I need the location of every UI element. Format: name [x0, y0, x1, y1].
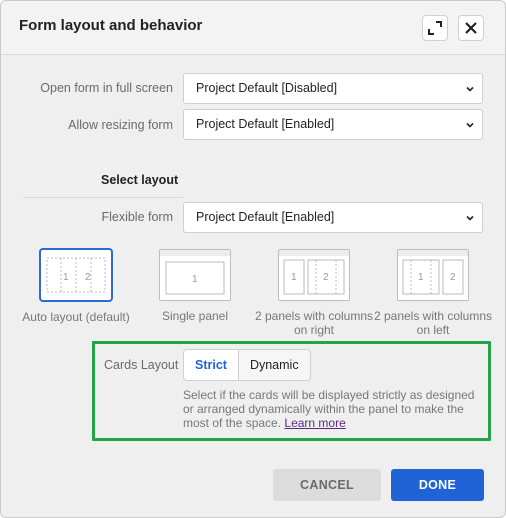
learn-more-link[interactable]: Learn more — [284, 416, 345, 430]
resizing-select[interactable]: Project Default [Enabled] — [183, 109, 483, 140]
flexible-form-label: Flexible form — [101, 210, 173, 224]
dialog-header: Form layout and behavior — [1, 1, 505, 55]
dialog-title: Form layout and behavior — [19, 17, 203, 34]
resizing-value: Project Default [Enabled] — [196, 117, 335, 131]
columns-left-icon: 1 2 — [398, 250, 468, 295]
cancel-button[interactable]: CANCEL — [273, 469, 381, 501]
layout-label-auto: Auto layout (default) — [22, 310, 130, 324]
chevron-down-icon — [466, 215, 474, 221]
resizing-label: Allow resizing form — [68, 118, 173, 132]
cards-layout-label: Cards Layout — [104, 358, 179, 372]
layout-option-auto[interactable]: 1 2 Auto layout (default) — [16, 248, 136, 324]
layout-option-single[interactable]: 1 Single panel — [135, 249, 255, 323]
layout-thumbnail-auto: 1 2 — [39, 248, 113, 302]
thumb-panel-1: 1 — [418, 272, 424, 283]
close-icon — [465, 22, 477, 34]
layout-option-columns-left[interactable]: 1 2 2 panels with columns on left — [373, 249, 493, 337]
section-title-layout: Select layout — [101, 173, 179, 187]
expand-icon — [428, 21, 442, 35]
layout-label-columns-right: 2 panels with columns on right — [254, 309, 374, 337]
layout-thumbnail-columns-right: 1 2 — [278, 249, 350, 301]
columns-right-icon: 1 2 — [279, 250, 349, 295]
layout-option-columns-right[interactable]: 1 2 2 panels with columns on right — [254, 249, 374, 337]
full-screen-label: Open form in full screen — [40, 81, 173, 95]
layout-thumbnail-columns-left: 1 2 — [397, 249, 469, 301]
cards-layout-helper: Select if the cards will be displayed st… — [183, 388, 485, 430]
cards-layout-dynamic-button[interactable]: Dynamic — [239, 350, 310, 380]
cards-layout-strict-button[interactable]: Strict — [184, 350, 239, 380]
chevron-down-icon — [466, 122, 474, 128]
thumb-panel-2: 2 — [323, 272, 329, 283]
layout-label-columns-left: 2 panels with columns on left — [373, 309, 493, 337]
thumb-panel-2: 2 — [85, 272, 91, 283]
expand-button[interactable] — [422, 15, 448, 41]
done-button[interactable]: DONE — [391, 469, 484, 501]
full-screen-value: Project Default [Disabled] — [196, 81, 338, 95]
section-divider — [23, 197, 183, 198]
layout-label-single: Single panel — [161, 309, 229, 323]
thumb-panel-1: 1 — [291, 272, 297, 283]
single-panel-icon: 1 — [160, 250, 230, 295]
auto-layout-icon: 1 2 — [46, 257, 106, 293]
full-screen-select[interactable]: Project Default [Disabled] — [183, 73, 483, 104]
flexible-form-value: Project Default [Enabled] — [196, 210, 335, 224]
chevron-down-icon — [466, 86, 474, 92]
close-button[interactable] — [458, 15, 484, 41]
cards-layout-toggle: Strict Dynamic — [183, 349, 311, 381]
thumb-panel-1: 1 — [192, 274, 198, 285]
form-layout-dialog: Form layout and behavior Open form in fu… — [0, 0, 506, 518]
flexible-form-select[interactable]: Project Default [Enabled] — [183, 202, 483, 233]
thumb-panel-2: 2 — [450, 272, 456, 283]
thumb-panel-1: 1 — [63, 272, 69, 283]
layout-thumbnail-single: 1 — [159, 249, 231, 301]
